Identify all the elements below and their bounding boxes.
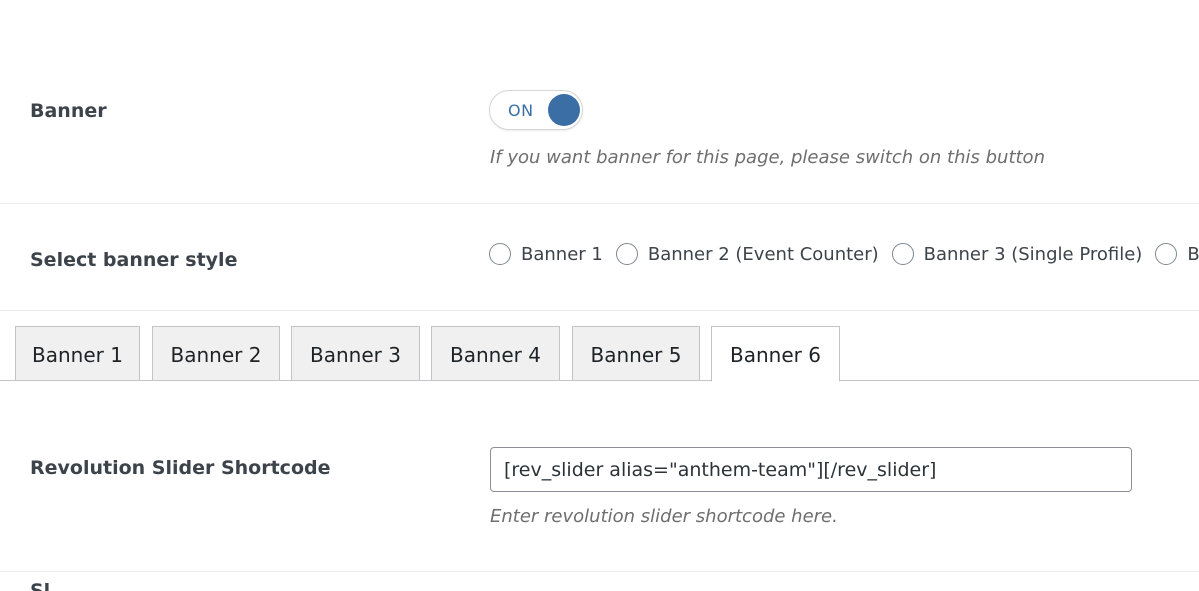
divider (0, 203, 1199, 204)
radio-banner-4[interactable]: Ban (1155, 243, 1199, 269)
settings-page: Banner ON If you want banner for this pa… (0, 0, 1199, 591)
radio-circle[interactable] (489, 243, 511, 265)
radio-label: Banner 1 (521, 243, 603, 265)
banner-description: If you want banner for this page, please… (490, 147, 1045, 168)
radio-circle[interactable] (891, 243, 914, 265)
tab-banner-2[interactable]: Banner 2 (152, 326, 280, 381)
toggle-knob (548, 94, 580, 126)
tab-banner-6[interactable]: Banner 6 (711, 326, 840, 382)
radio-banner-2[interactable]: Banner 2 (Event Counter) (615, 243, 879, 269)
tab-banner-5[interactable]: Banner 5 (572, 326, 700, 381)
banner-style-label: Select banner style (30, 249, 238, 271)
tab-banner-1[interactable]: Banner 1 (15, 326, 140, 381)
toggle-state-text: ON (508, 101, 534, 120)
banner-label: Banner (30, 100, 107, 122)
banner-style-radio-group: Banner 1 Banner 2 (Event Counter) Banner… (489, 243, 1199, 269)
tab-banner-4[interactable]: Banner 4 (431, 326, 560, 381)
tab-banner-3[interactable]: Banner 3 (291, 326, 420, 381)
radio-circle[interactable] (1155, 243, 1178, 265)
radio-banner-1[interactable]: Banner 1 (489, 243, 603, 269)
shortcode-description: Enter revolution slider shortcode here. (490, 506, 838, 527)
radio-circle[interactable] (615, 243, 638, 265)
radio-label: Banner 3 (Single Profile) (923, 243, 1143, 265)
banner-toggle[interactable]: ON (489, 90, 583, 130)
radio-label: Ban (1187, 243, 1199, 265)
next-row-label: Sl (30, 580, 51, 591)
radio-label: Banner 2 (Event Counter) (647, 243, 879, 265)
shortcode-label: Revolution Slider Shortcode (30, 457, 331, 479)
radio-banner-3[interactable]: Banner 3 (Single Profile) (891, 243, 1143, 269)
divider (0, 310, 1199, 311)
divider (0, 571, 1199, 572)
shortcode-input[interactable] (490, 447, 1132, 492)
